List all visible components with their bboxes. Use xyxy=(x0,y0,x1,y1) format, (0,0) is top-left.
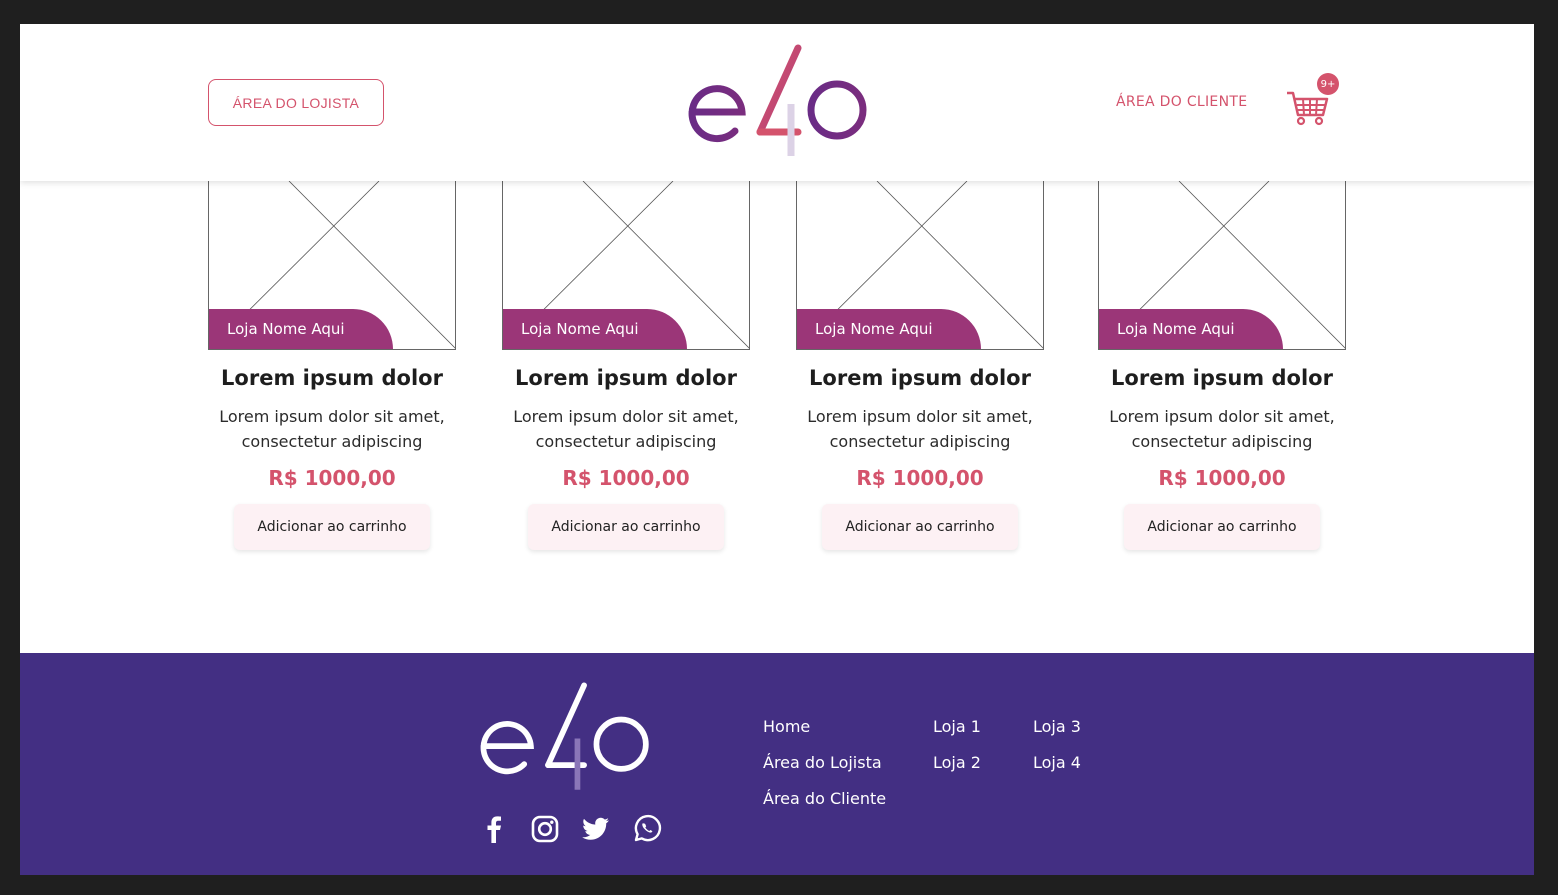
product-title: Lorem ipsum dolor xyxy=(809,366,1031,390)
product-title: Lorem ipsum dolor xyxy=(515,366,737,390)
product-image-placeholder[interactable]: Loja Nome Aqui xyxy=(208,181,456,350)
cart-button[interactable]: 9+ xyxy=(1285,73,1345,127)
product-description-line: Lorem ipsum dolor sit amet, xyxy=(807,407,1033,426)
product-description-line: consectetur adipiscing xyxy=(829,432,1011,451)
footer-nav-col2: Loja 1 Loja 2 xyxy=(933,717,981,789)
site-header: ÁREA DO LOJISTA ÁREA DO CLIENTE 9+ xyxy=(20,24,1534,181)
footer-link-customer-area[interactable]: Área do Cliente xyxy=(763,789,886,825)
product-card: Loja Nome Aqui Lorem ipsum dolor Lorem i… xyxy=(1098,181,1346,550)
product-description-line: consectetur adipiscing xyxy=(535,432,717,451)
logo-graphic xyxy=(688,44,867,156)
product-card: Loja Nome Aqui Lorem ipsum dolor Lorem i… xyxy=(796,181,1044,550)
product-description-line: Lorem ipsum dolor sit amet, xyxy=(513,407,739,426)
product-description-line: consectetur adipiscing xyxy=(1131,432,1313,451)
product-price: R$ 1000,00 xyxy=(856,466,984,490)
twitter-icon[interactable] xyxy=(580,813,611,844)
page-frame: ÁREA DO LOJISTA ÁREA DO CLIENTE 9+ Loja … xyxy=(20,24,1534,875)
site-logo[interactable] xyxy=(680,44,880,164)
add-to-cart-button[interactable]: Adicionar ao carrinho xyxy=(528,504,724,550)
product-price: R$ 1000,00 xyxy=(562,466,690,490)
product-card: Loja Nome Aqui Lorem ipsum dolor Lorem i… xyxy=(502,181,750,550)
footer-link-loja-2[interactable]: Loja 2 xyxy=(933,753,981,789)
customer-area-link[interactable]: ÁREA DO CLIENTE xyxy=(1116,94,1247,110)
add-to-cart-button[interactable]: Adicionar ao carrinho xyxy=(1124,504,1320,550)
product-description-line: consectetur adipiscing xyxy=(241,432,423,451)
footer-nav-col1: Home Área do Lojista Área do Cliente xyxy=(763,717,886,825)
social-links xyxy=(478,813,662,844)
store-name-tag[interactable]: Loja Nome Aqui xyxy=(209,309,393,349)
site-footer: Home Área do Lojista Área do Cliente Loj… xyxy=(20,653,1534,875)
facebook-icon[interactable] xyxy=(478,813,509,844)
product-title: Lorem ipsum dolor xyxy=(221,366,443,390)
footer-link-loja-1[interactable]: Loja 1 xyxy=(933,717,981,753)
product-description: Lorem ipsum dolor sit amet, consectetur … xyxy=(796,404,1044,454)
product-card: Loja Nome Aqui Lorem ipsum dolor Lorem i… xyxy=(208,181,456,550)
product-image-placeholder[interactable]: Loja Nome Aqui xyxy=(502,181,750,350)
store-name-tag[interactable]: Loja Nome Aqui xyxy=(797,309,981,349)
product-description-line: Lorem ipsum dolor sit amet, xyxy=(219,407,445,426)
store-name-tag[interactable]: Loja Nome Aqui xyxy=(503,309,687,349)
product-description: Lorem ipsum dolor sit amet, consectetur … xyxy=(502,404,750,454)
product-image-placeholder[interactable]: Loja Nome Aqui xyxy=(1098,181,1346,350)
product-description-line: Lorem ipsum dolor sit amet, xyxy=(1109,407,1335,426)
footer-logo-graphic xyxy=(480,682,649,790)
whatsapp-icon[interactable] xyxy=(631,813,662,844)
product-description: Lorem ipsum dolor sit amet, consectetur … xyxy=(1098,404,1346,454)
store-area-button[interactable]: ÁREA DO LOJISTA xyxy=(208,79,384,126)
cart-count-badge: 9+ xyxy=(1317,73,1339,95)
add-to-cart-button[interactable]: Adicionar ao carrinho xyxy=(234,504,430,550)
footer-logo[interactable] xyxy=(472,681,662,796)
instagram-icon[interactable] xyxy=(529,813,560,844)
add-to-cart-button[interactable]: Adicionar ao carrinho xyxy=(822,504,1018,550)
product-price: R$ 1000,00 xyxy=(1158,466,1286,490)
footer-link-loja-3[interactable]: Loja 3 xyxy=(1033,717,1081,753)
product-title: Lorem ipsum dolor xyxy=(1111,366,1333,390)
product-image-placeholder[interactable]: Loja Nome Aqui xyxy=(796,181,1044,350)
footer-link-store-area[interactable]: Área do Lojista xyxy=(763,753,886,789)
footer-link-loja-4[interactable]: Loja 4 xyxy=(1033,753,1081,789)
product-description: Lorem ipsum dolor sit amet, consectetur … xyxy=(208,404,456,454)
footer-link-home[interactable]: Home xyxy=(763,717,886,753)
store-name-tag[interactable]: Loja Nome Aqui xyxy=(1099,309,1283,349)
product-price: R$ 1000,00 xyxy=(268,466,396,490)
footer-nav-col3: Loja 3 Loja 4 xyxy=(1033,717,1081,789)
